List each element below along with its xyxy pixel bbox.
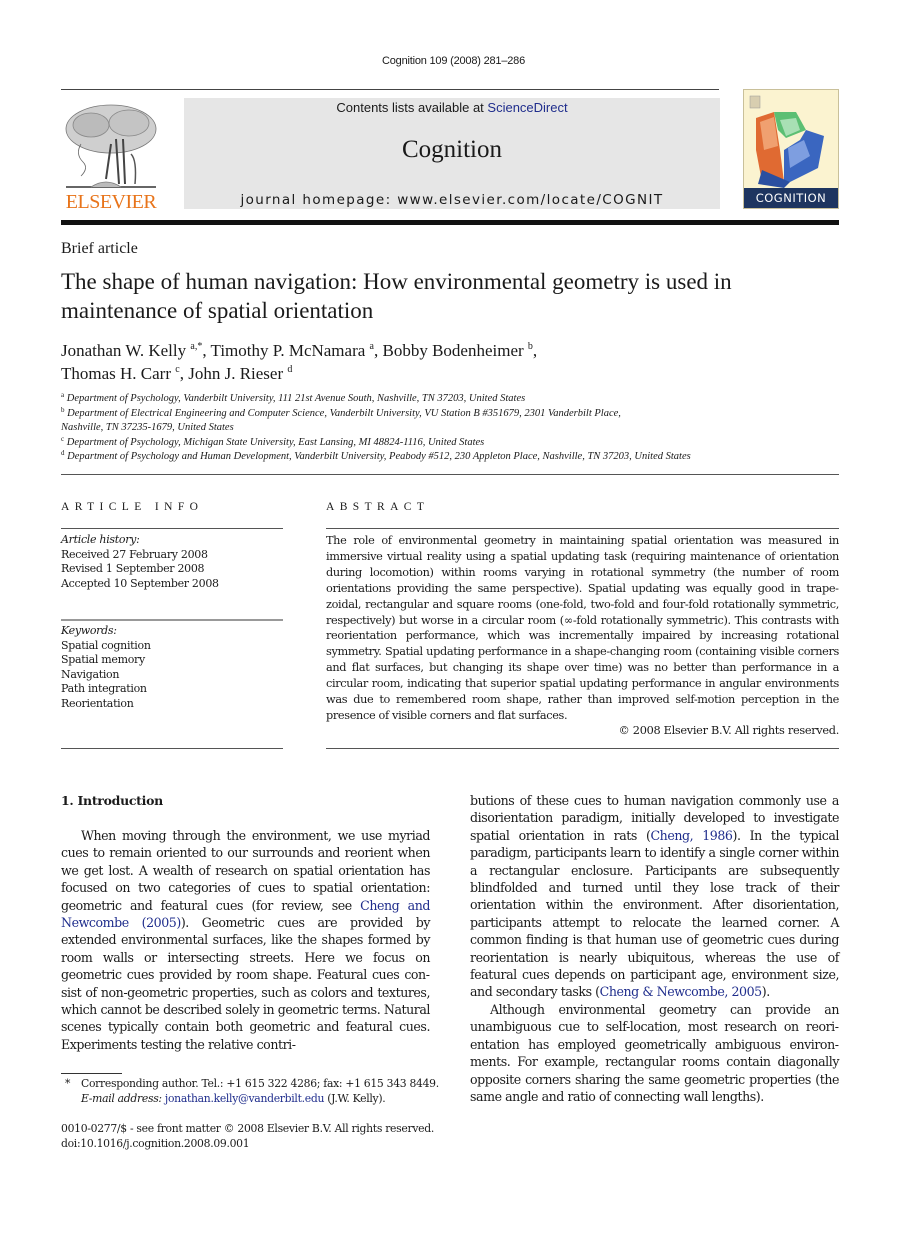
affiliation-b: b Department of Electrical Engineering a…: [61, 405, 621, 434]
history-received: Received 27 February 2008: [61, 547, 208, 561]
keyword: Spatial memory: [61, 653, 145, 667]
citation-link[interactable]: Cheng & Newcombe, 2005: [600, 984, 763, 999]
divider: [61, 619, 283, 621]
author[interactable]: Jonathan W. Kelly a,*: [61, 341, 202, 360]
article-type: Brief article: [61, 240, 138, 257]
divider: [326, 528, 839, 529]
cover-cube-art-icon: [749, 95, 824, 188]
divider: [61, 528, 283, 529]
citation-link[interactable]: Cheng, 1986: [650, 828, 732, 843]
title-divider: [61, 474, 839, 475]
front-matter: 0010-0277/$ - see front matter © 2008 El…: [61, 1122, 461, 1152]
section-heading: 1. Introduction: [61, 793, 163, 808]
paragraph: Although environmental geometry can prov…: [470, 1001, 839, 1104]
article-info-heading: ARTICLE INFO: [61, 501, 204, 513]
affiliation-mark: d: [287, 364, 293, 375]
affiliation-a: a Department of Psychology, Vanderbilt U…: [61, 391, 526, 405]
abstract-heading: ABSTRACT: [326, 501, 430, 513]
article-title: The shape of human navigation: How envir…: [61, 269, 732, 323]
email-note: E-mail address: jonathan.kelly@vanderbil…: [81, 1091, 386, 1105]
header-thick-rule: [61, 220, 839, 225]
keywords: Keywords: Spatial cognition Spatial memo…: [61, 624, 151, 712]
divider: [61, 748, 283, 749]
affiliation-c: c Department of Psychology, Michigan Sta…: [61, 434, 485, 448]
keyword: Spatial cognition: [61, 638, 151, 652]
email-link[interactable]: jonathan.kelly@vanderbilt.edu: [165, 1092, 324, 1105]
author[interactable]: Thomas H. Carr c: [61, 364, 180, 383]
elsevier-wordmark: ELSEVIER: [65, 191, 157, 213]
article-history: Article history: Received 27 February 20…: [61, 533, 219, 591]
contents-prefix: Contents lists available at: [336, 100, 488, 115]
body-column-right: butions of these cues to human navigatio…: [470, 792, 839, 1105]
keyword: Path integration: [61, 682, 147, 696]
keyword: Reorientation: [61, 696, 134, 710]
author[interactable]: Timothy P. McNamara a: [211, 341, 374, 360]
divider: [326, 748, 839, 749]
abstract-text: The role of environmental geometry in ma…: [326, 534, 839, 722]
footnote-rule: [61, 1073, 122, 1074]
affiliations: a Department of Psychology, Vanderbilt U…: [61, 392, 841, 465]
abstract-copyright: © 2008 Elsevier B.V. All rights reserved…: [618, 724, 840, 737]
author[interactable]: Bobby Bodenheimer b: [383, 341, 533, 360]
header-top-rule: [61, 89, 719, 90]
author-list: Jonathan W. Kelly a,*, Timothy P. McNama…: [61, 341, 538, 383]
journal-name: Cognition: [401, 136, 502, 163]
contents-available-line: Contents lists available at ScienceDirec…: [184, 100, 720, 115]
doi[interactable]: doi:10.1016/j.cognition.2008.09.001: [61, 1137, 461, 1152]
issn-copyright: 0010-0277/$ - see front matter © 2008 El…: [61, 1122, 434, 1135]
cover-title-band: COGNITION: [744, 188, 838, 208]
footnotes: * Corresponding author. Tel.: +1 615 322 …: [61, 1077, 441, 1107]
history-revised: Revised 1 September 2008: [61, 562, 205, 576]
paragraph: butions of these cues to human navigatio…: [470, 793, 839, 1000]
journal-reference: Cognition 109 (2008) 281–286: [381, 55, 526, 67]
sciencedirect-link[interactable]: ScienceDirect: [487, 100, 567, 115]
paragraph: When moving through the environment, we …: [61, 828, 430, 1052]
keywords-label: Keywords:: [61, 624, 117, 637]
affiliation-d: d Department of Psychology and Human Dev…: [61, 449, 691, 463]
history-label: Article history:: [61, 533, 140, 546]
body-column-left: When moving through the environment, we …: [61, 827, 430, 1053]
author[interactable]: John J. Rieser d: [188, 364, 292, 383]
corresponding-author-note: * Corresponding author. Tel.: +1 615 322 …: [65, 1077, 439, 1090]
history-accepted: Accepted 10 September 2008: [61, 576, 219, 590]
affiliation-mark: a,*: [190, 341, 203, 352]
keyword: Navigation: [61, 667, 120, 681]
journal-homepage-link[interactable]: journal homepage: www.elsevier.com/locat…: [184, 192, 720, 208]
